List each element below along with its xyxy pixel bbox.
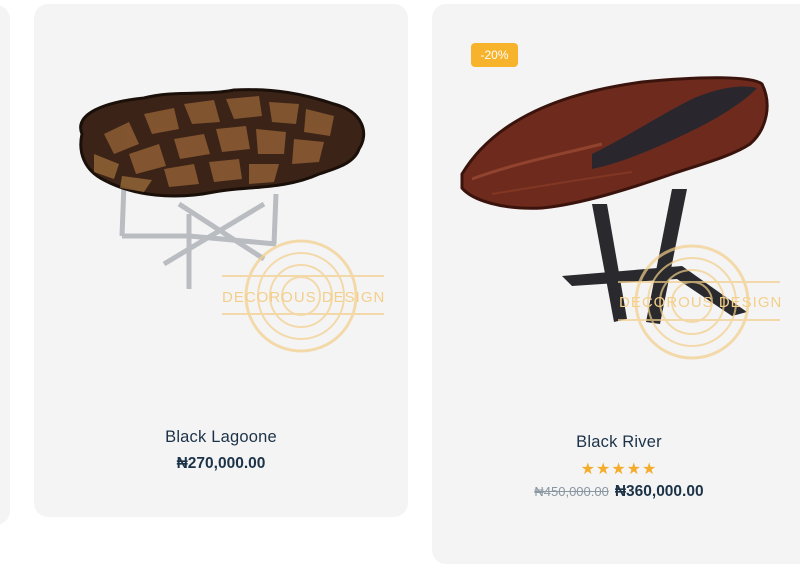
product-card-black-lagoone[interactable]: DECOROUS DESIGN Black Lagoone ₦270,000.0… (34, 4, 408, 517)
discount-badge: -20% (471, 43, 518, 67)
product-title[interactable]: Black Lagoone (34, 428, 408, 447)
sale-price: ₦360,000.00 (614, 483, 704, 500)
old-price: ₦450,000.00 (534, 484, 609, 499)
watermark-text: DECOROUS DESIGN (619, 294, 782, 311)
product-card-black-river[interactable]: DECOROUS DESIGN -20% Black River ★★★★★ ₦… (432, 4, 800, 564)
product-card-partial[interactable] (0, 5, 10, 525)
product-image-black-lagoone[interactable]: DECOROUS DESIGN (34, 4, 408, 404)
product-price: ₦270,000.00 (176, 455, 266, 472)
watermark-text: DECOROUS DESIGN (222, 289, 385, 306)
product-title[interactable]: Black River (432, 433, 800, 452)
rating-stars: ★★★★★ (580, 461, 658, 478)
product-price-block: ₦450,000.00 ₦360,000.00 (432, 483, 800, 501)
